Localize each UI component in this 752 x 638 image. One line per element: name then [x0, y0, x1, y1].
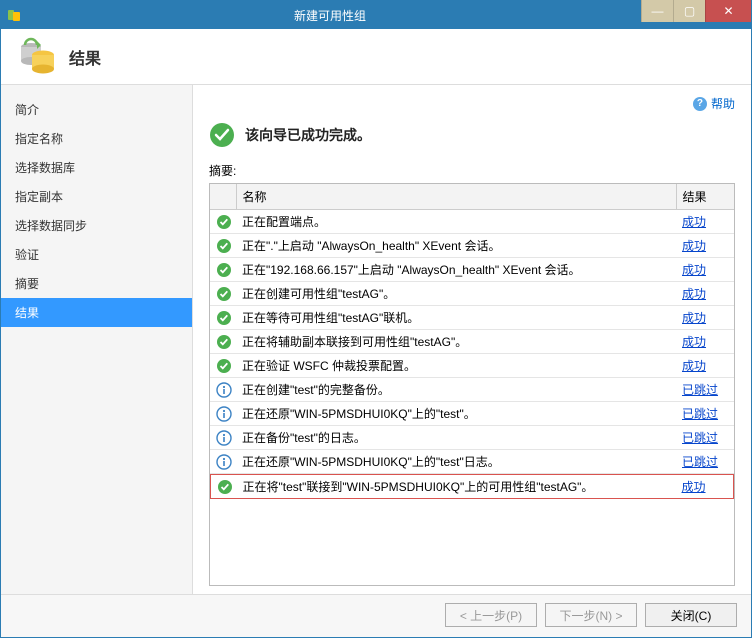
result-link[interactable]: 成功 [682, 311, 706, 325]
row-name: 正在"."上启动 "AlwaysOn_health" XEvent 会话。 [236, 234, 676, 258]
table-row: 正在创建"test"的完整备份。已跳过 [210, 378, 734, 402]
row-name: 正在配置端点。 [236, 210, 676, 234]
close-button[interactable]: 关闭(C) [645, 603, 737, 627]
info-icon [216, 406, 232, 422]
info-icon [216, 454, 232, 470]
result-link[interactable]: 成功 [682, 480, 706, 494]
page-title: 结果 [69, 45, 101, 69]
col-icon-header [210, 184, 236, 210]
result-link[interactable]: 成功 [682, 215, 706, 229]
footer: < 上一步(P) 下一步(N) > 关闭(C) [1, 594, 751, 637]
results-tbody: 正在配置端点。成功正在"."上启动 "AlwaysOn_health" XEve… [210, 210, 734, 499]
result-link[interactable]: 成功 [682, 287, 706, 301]
sidebar-item-7[interactable]: 结果 [1, 298, 192, 327]
titlebar: 新建可用性组 — ▢ ✕ [1, 1, 751, 29]
result-link[interactable]: 已跳过 [682, 383, 718, 397]
summary-label: 摘要: [209, 162, 735, 179]
info-icon [216, 430, 232, 446]
row-name: 正在将辅助副本联接到可用性组"testAG"。 [236, 330, 676, 354]
success-icon [216, 214, 232, 230]
success-icon [216, 238, 232, 254]
header: 结果 [1, 29, 751, 85]
table-row: 正在等待可用性组"testAG"联机。成功 [210, 306, 734, 330]
table-row: 正在"."上启动 "AlwaysOn_health" XEvent 会话。成功 [210, 234, 734, 258]
row-name: 正在还原"WIN-5PMSDHUI0KQ"上的"test"日志。 [236, 450, 676, 474]
table-row: 正在将"test"联接到"WIN-5PMSDHUI0KQ"上的可用性组"test… [210, 474, 734, 499]
results-table: 名称 结果 正在配置端点。成功正在"."上启动 "AlwaysOn_health… [209, 183, 735, 586]
next-button: 下一步(N) > [545, 603, 637, 627]
row-name: 正在创建可用性组"testAG"。 [236, 282, 676, 306]
minimize-button[interactable]: — [641, 0, 673, 22]
row-name: 正在备份"test"的日志。 [236, 426, 676, 450]
body: 简介指定名称选择数据库指定副本选择数据同步验证摘要结果 ? 帮助 该向导已成功完… [1, 85, 751, 594]
help-icon: ? [693, 97, 707, 111]
row-name: 正在创建"test"的完整备份。 [236, 378, 676, 402]
status-text: 该向导已成功完成。 [245, 125, 371, 145]
sidebar-item-1[interactable]: 指定名称 [1, 124, 192, 153]
result-link[interactable]: 成功 [682, 239, 706, 253]
table-row: 正在备份"test"的日志。已跳过 [210, 426, 734, 450]
table-row: 正在将辅助副本联接到可用性组"testAG"。成功 [210, 330, 734, 354]
sidebar-item-0[interactable]: 简介 [1, 95, 192, 124]
success-icon [216, 262, 232, 278]
success-icon [216, 310, 232, 326]
wizard-window: 新建可用性组 — ▢ ✕ 结果 简介指定名称选择数据库指定副本选择数据同步验证摘… [0, 0, 752, 638]
result-link[interactable]: 已跳过 [682, 407, 718, 421]
success-icon [217, 479, 233, 495]
success-icon [216, 334, 232, 350]
sidebar-item-2[interactable]: 选择数据库 [1, 153, 192, 182]
close-window-button[interactable]: ✕ [705, 0, 751, 22]
col-name-header: 名称 [236, 184, 676, 210]
row-name: 正在"192.168.66.157"上启动 "AlwaysOn_health" … [236, 258, 676, 282]
sidebar: 简介指定名称选择数据库指定副本选择数据同步验证摘要结果 [1, 85, 193, 594]
row-name: 正在等待可用性组"testAG"联机。 [236, 306, 676, 330]
success-icon [216, 286, 232, 302]
sidebar-item-5[interactable]: 验证 [1, 240, 192, 269]
wizard-icon [17, 37, 57, 77]
table-row: 正在验证 WSFC 仲裁投票配置。成功 [210, 354, 734, 378]
app-icon [7, 7, 23, 23]
col-result-header: 结果 [676, 184, 734, 210]
row-name: 正在还原"WIN-5PMSDHUI0KQ"上的"test"。 [236, 402, 676, 426]
result-link[interactable]: 已跳过 [682, 455, 718, 469]
table-row: 正在配置端点。成功 [210, 210, 734, 234]
sidebar-item-6[interactable]: 摘要 [1, 269, 192, 298]
result-link[interactable]: 已跳过 [682, 431, 718, 445]
prev-button: < 上一步(P) [445, 603, 537, 627]
table-row: 正在创建可用性组"testAG"。成功 [210, 282, 734, 306]
table-row: 正在"192.168.66.157"上启动 "AlwaysOn_health" … [210, 258, 734, 282]
result-link[interactable]: 成功 [682, 335, 706, 349]
success-icon [216, 358, 232, 374]
sidebar-item-3[interactable]: 指定副本 [1, 182, 192, 211]
success-icon [209, 122, 235, 148]
content: ? 帮助 该向导已成功完成。 摘要: 名称 结果 [193, 85, 751, 594]
sidebar-item-4[interactable]: 选择数据同步 [1, 211, 192, 240]
info-icon [216, 382, 232, 398]
result-link[interactable]: 成功 [682, 263, 706, 277]
status-banner: 该向导已成功完成。 [209, 122, 735, 148]
window-controls: — ▢ ✕ [641, 0, 751, 22]
row-name: 正在验证 WSFC 仲裁投票配置。 [236, 354, 676, 378]
help-row: ? 帮助 [209, 95, 735, 112]
row-name: 正在将"test"联接到"WIN-5PMSDHUI0KQ"上的可用性组"test… [237, 475, 676, 499]
maximize-button[interactable]: ▢ [673, 0, 705, 22]
help-link[interactable]: 帮助 [711, 95, 735, 112]
table-row: 正在还原"WIN-5PMSDHUI0KQ"上的"test"日志。已跳过 [210, 450, 734, 474]
result-link[interactable]: 成功 [682, 359, 706, 373]
table-row: 正在还原"WIN-5PMSDHUI0KQ"上的"test"。已跳过 [210, 402, 734, 426]
